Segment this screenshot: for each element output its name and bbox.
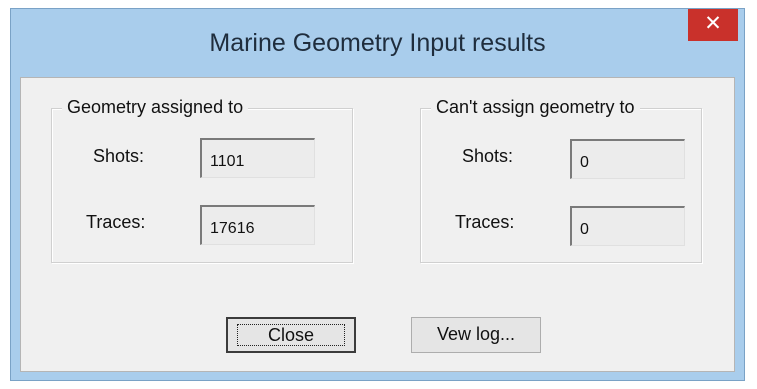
close-window-button[interactable]: ✕: [688, 9, 738, 41]
close-button[interactable]: Close: [226, 317, 356, 353]
group-geometry-assigned: Geometry assigned to Shots: 1101 Traces:…: [51, 97, 353, 263]
close-button-label: Close: [236, 324, 346, 346]
group-legend: Geometry assigned to: [62, 97, 249, 118]
view-log-button[interactable]: Vew log...: [411, 317, 541, 353]
shots-label: Shots:: [93, 146, 145, 166]
group-legend: Can't assign geometry to: [431, 97, 640, 118]
unassigned-traces-field: 0: [570, 206, 685, 246]
assigned-shots-field: 1101: [200, 138, 315, 178]
group-cant-assign: Can't assign geometry to Shots: 0 Traces…: [420, 97, 702, 263]
dialog-client-area: Geometry assigned to Shots: 1101 Traces:…: [20, 77, 735, 372]
traces-label: Traces:: [455, 212, 515, 232]
window-title: Marine Geometry Input results: [209, 29, 546, 57]
shots-label: Shots:: [462, 146, 514, 166]
traces-label: Traces:: [86, 212, 146, 232]
assigned-traces-field: 17616: [200, 205, 315, 245]
title-bar[interactable]: Marine Geometry Input results ✕: [11, 9, 744, 79]
dialog-window: Marine Geometry Input results ✕ Geometry…: [10, 8, 745, 381]
unassigned-shots-field: 0: [570, 139, 685, 179]
